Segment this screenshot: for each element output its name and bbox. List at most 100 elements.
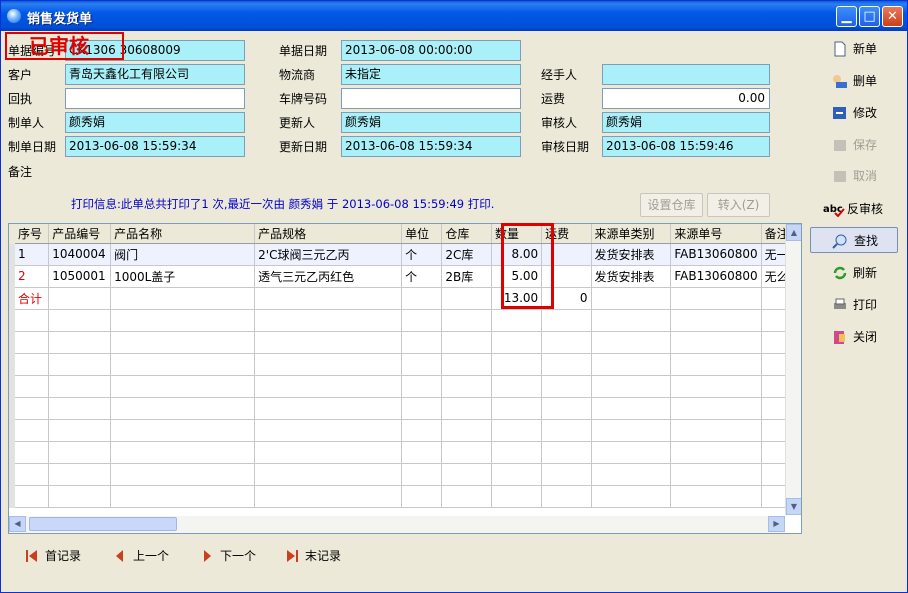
scroll-left-icon[interactable]: ◀ (9, 516, 26, 532)
cancel-icon (834, 171, 846, 182)
items-grid[interactable]: 序号 产品编号 产品名称 产品规格 单位 仓库 数量 运费 来源单类别 来源单号… (8, 223, 802, 534)
empty-row (9, 331, 801, 354)
doc-date-label: 单据日期 (279, 44, 328, 58)
edit-button[interactable]: 修改 (823, 100, 903, 126)
new-button[interactable]: 新单 (823, 36, 903, 62)
first-record-button[interactable]: 首记录 (25, 546, 81, 566)
doc-date-field[interactable]: 2013-06-08 00:00:00 (341, 40, 521, 61)
customer-field[interactable]: 青岛天鑫化工有限公司 (65, 64, 245, 85)
update-date-field[interactable]: 2013-06-08 15:59:34 (341, 136, 521, 157)
cell-warehouse[interactable]: 2C库 (441, 243, 492, 266)
col-header-unit[interactable]: 单位 (401, 224, 443, 244)
creator-field[interactable]: 颜秀娟 (65, 112, 245, 133)
close-button-label: 关闭 (853, 330, 878, 344)
row-index: 2 (9, 265, 50, 288)
cell-product-code[interactable]: 1040004 (48, 243, 112, 266)
cell-product-name[interactable]: 1000L盖子 (110, 265, 256, 288)
updater-field[interactable]: 颜秀娟 (341, 112, 521, 133)
prev-record-icon (116, 549, 123, 562)
horizontal-scroll-thumb[interactable] (29, 517, 177, 531)
delete-button[interactable]: 删单 (823, 68, 903, 94)
creator-label: 制单人 (8, 116, 45, 130)
unaudit-button-label: 反审核 (847, 202, 884, 216)
receipt-label: 回执 (8, 92, 33, 106)
cell-unit[interactable]: 个 (401, 243, 443, 266)
empty-row (9, 441, 801, 464)
prev-record-label: 上一个 (133, 549, 170, 563)
close-window-button[interactable]: ✕ (882, 6, 903, 27)
save-button[interactable]: 保存 (823, 132, 903, 158)
prev-record-button[interactable]: 上一个 (113, 546, 169, 566)
empty-row (9, 309, 801, 332)
refresh-icon (833, 266, 847, 280)
find-button-label: 查找 (854, 234, 879, 248)
col-header-source-type[interactable]: 来源单类别 (591, 224, 672, 244)
title-bar[interactable]: 销售发货单 ▁ □ ✕ (1, 1, 907, 31)
next-record-label: 下一个 (220, 549, 257, 563)
audit-date-label: 审核日期 (541, 140, 590, 154)
freight-field[interactable]: 0.00 (602, 88, 770, 109)
unaudit-button[interactable]: abc 反审核 (823, 196, 903, 222)
plate-field[interactable] (341, 88, 521, 109)
cell-source-no[interactable]: FAB13060800 (670, 243, 762, 266)
find-button[interactable]: 查找 (810, 227, 898, 253)
vertical-scrollbar[interactable]: ▲ ▼ (785, 224, 801, 515)
close-button[interactable]: 关闭 (823, 324, 903, 350)
last-record-button[interactable]: 末记录 (285, 546, 341, 566)
col-header-source-no[interactable]: 来源单号 (670, 224, 762, 244)
scroll-right-icon[interactable]: ▶ (768, 516, 785, 532)
quantity-highlight-box (501, 223, 554, 309)
create-date-label: 制单日期 (8, 140, 57, 154)
first-record-label: 首记录 (45, 549, 82, 563)
cell-source-type[interactable]: 发货安排表 (591, 243, 672, 266)
logistics-label: 物流商 (279, 68, 316, 82)
handler-label: 经手人 (541, 68, 578, 82)
last-record-label: 末记录 (305, 549, 342, 563)
next-record-button[interactable]: 下一个 (200, 546, 256, 566)
refresh-button[interactable]: 刷新 (823, 260, 903, 286)
receipt-field[interactable] (65, 88, 245, 109)
edit-icon (833, 107, 846, 119)
cell-unit[interactable]: 个 (401, 265, 443, 288)
scroll-up-icon[interactable]: ▲ (786, 224, 801, 241)
auditor-field[interactable]: 颜秀娟 (602, 112, 770, 133)
spellcheck-icon: abc (823, 204, 845, 217)
cell-source-no[interactable]: FAB13060800 (670, 265, 762, 288)
exit-door-icon (834, 331, 845, 344)
cell-warehouse[interactable]: 2B库 (441, 265, 492, 288)
main-window: 销售发货单 ▁ □ ✕ 单据编号 CK1306 30608009 单据日期 20… (0, 0, 908, 593)
plate-label: 车牌号码 (279, 92, 328, 106)
table-header-row: 序号 产品编号 产品名称 产品规格 单位 仓库 数量 运费 来源单类别 来源单号… (9, 224, 801, 244)
cancel-button[interactable]: 取消 (823, 163, 903, 189)
print-button[interactable]: 打印 (823, 292, 903, 318)
set-warehouse-button[interactable]: 设置仓库 (640, 193, 703, 217)
transfer-button[interactable]: 转入(Z) (707, 193, 770, 217)
col-header-product-code[interactable]: 产品编号 (48, 224, 112, 244)
audit-date-field[interactable]: 2013-06-08 15:59:46 (602, 136, 770, 157)
col-header-product-name[interactable]: 产品名称 (110, 224, 256, 244)
next-record-icon (204, 549, 211, 562)
audited-stamp: 已审核 (5, 32, 124, 60)
magnifier-icon (832, 234, 847, 249)
remark-label: 备注 (8, 165, 33, 179)
maximize-button[interactable]: □ (859, 6, 880, 27)
horizontal-scrollbar[interactable]: ◀ ▶ (9, 516, 785, 533)
scroll-down-icon[interactable]: ▼ (786, 498, 801, 515)
auditor-label: 审核人 (541, 116, 578, 130)
last-record-icon (287, 549, 298, 562)
table-row[interactable]: 2 1050001 1000L盖子 透气三元乙丙红色 个 2B库 5.00 发货… (9, 265, 801, 288)
col-header-index[interactable]: 序号 (9, 224, 50, 244)
cell-spec[interactable]: 2'C球阀三元乙丙 (254, 243, 403, 266)
col-header-spec[interactable]: 产品规格 (254, 224, 403, 244)
customer-label: 客户 (8, 68, 33, 82)
create-date-field[interactable]: 2013-06-08 15:59:34 (65, 136, 245, 157)
col-header-warehouse[interactable]: 仓库 (441, 224, 492, 244)
handler-field[interactable] (602, 64, 770, 85)
minimize-button[interactable]: ▁ (836, 6, 857, 27)
cell-spec[interactable]: 透气三元乙丙红色 (254, 265, 403, 288)
cell-product-code[interactable]: 1050001 (48, 265, 112, 288)
table-row[interactable]: 1 1040004 阀门 2'C球阀三元乙丙 个 2C库 8.00 发货安排表 … (9, 243, 801, 266)
cell-product-name[interactable]: 阀门 (110, 243, 256, 266)
cell-source-type[interactable]: 发货安排表 (591, 265, 672, 288)
logistics-field[interactable]: 未指定 (341, 64, 521, 85)
